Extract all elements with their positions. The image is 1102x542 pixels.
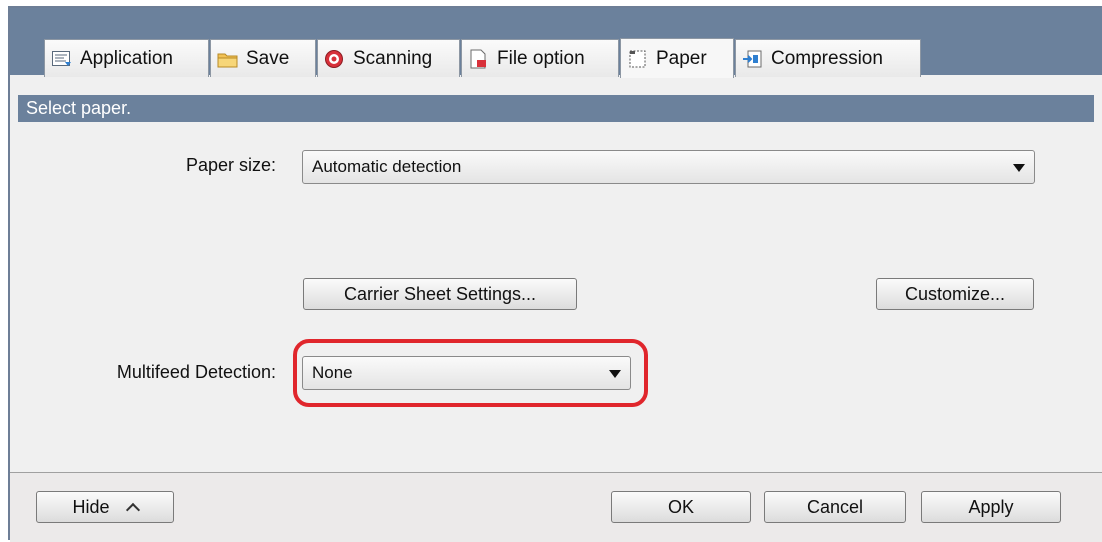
section-banner: Select paper. — [18, 95, 1094, 122]
tab-label: Compression — [771, 47, 883, 69]
tab-label: Save — [246, 47, 290, 69]
file-icon — [468, 49, 490, 69]
tab-save[interactable]: Save — [210, 39, 316, 77]
chevron-down-icon — [1013, 164, 1025, 172]
cancel-button[interactable]: Cancel — [764, 491, 906, 523]
paper-size-select[interactable]: Automatic detection — [302, 150, 1035, 184]
application-icon — [51, 49, 73, 69]
paper-size-label: Paper size: — [185, 155, 276, 175]
tab-file-option[interactable]: File option — [461, 39, 619, 77]
ok-button[interactable]: OK — [611, 491, 751, 523]
tab-application[interactable]: Application — [44, 39, 209, 77]
hide-label: Hide — [72, 497, 110, 517]
carrier-sheet-settings-button[interactable]: Carrier Sheet Settings... — [303, 278, 577, 310]
tab-strip: Application Save Scanning File option Pa… — [10, 8, 1102, 78]
tab-label: Application — [80, 47, 173, 69]
tab-scanning[interactable]: Scanning — [317, 39, 460, 77]
paper-size-value: Automatic detection — [312, 157, 462, 176]
apply-button[interactable]: Apply — [921, 491, 1061, 523]
folder-icon — [217, 49, 239, 69]
highlight-annotation — [293, 339, 648, 407]
tab-label: File option — [497, 47, 585, 69]
scan-settings-dialog: Application Save Scanning File option Pa… — [8, 6, 1102, 542]
tab-label: Scanning — [353, 47, 433, 69]
tab-paper[interactable]: Paper — [620, 38, 734, 78]
chevron-up-icon — [125, 502, 140, 518]
bottom-bar: Hide OK Cancel Apply — [10, 473, 1102, 542]
scanning-icon — [324, 49, 346, 69]
tab-label: Paper — [656, 47, 707, 69]
compression-icon — [742, 49, 764, 69]
hide-button[interactable]: Hide — [36, 491, 174, 523]
multifeed-detection-label: Multifeed Detection: — [116, 362, 276, 382]
paper-icon — [627, 49, 649, 69]
tab-compression[interactable]: Compression — [735, 39, 921, 77]
customize-button[interactable]: Customize... — [876, 278, 1034, 310]
